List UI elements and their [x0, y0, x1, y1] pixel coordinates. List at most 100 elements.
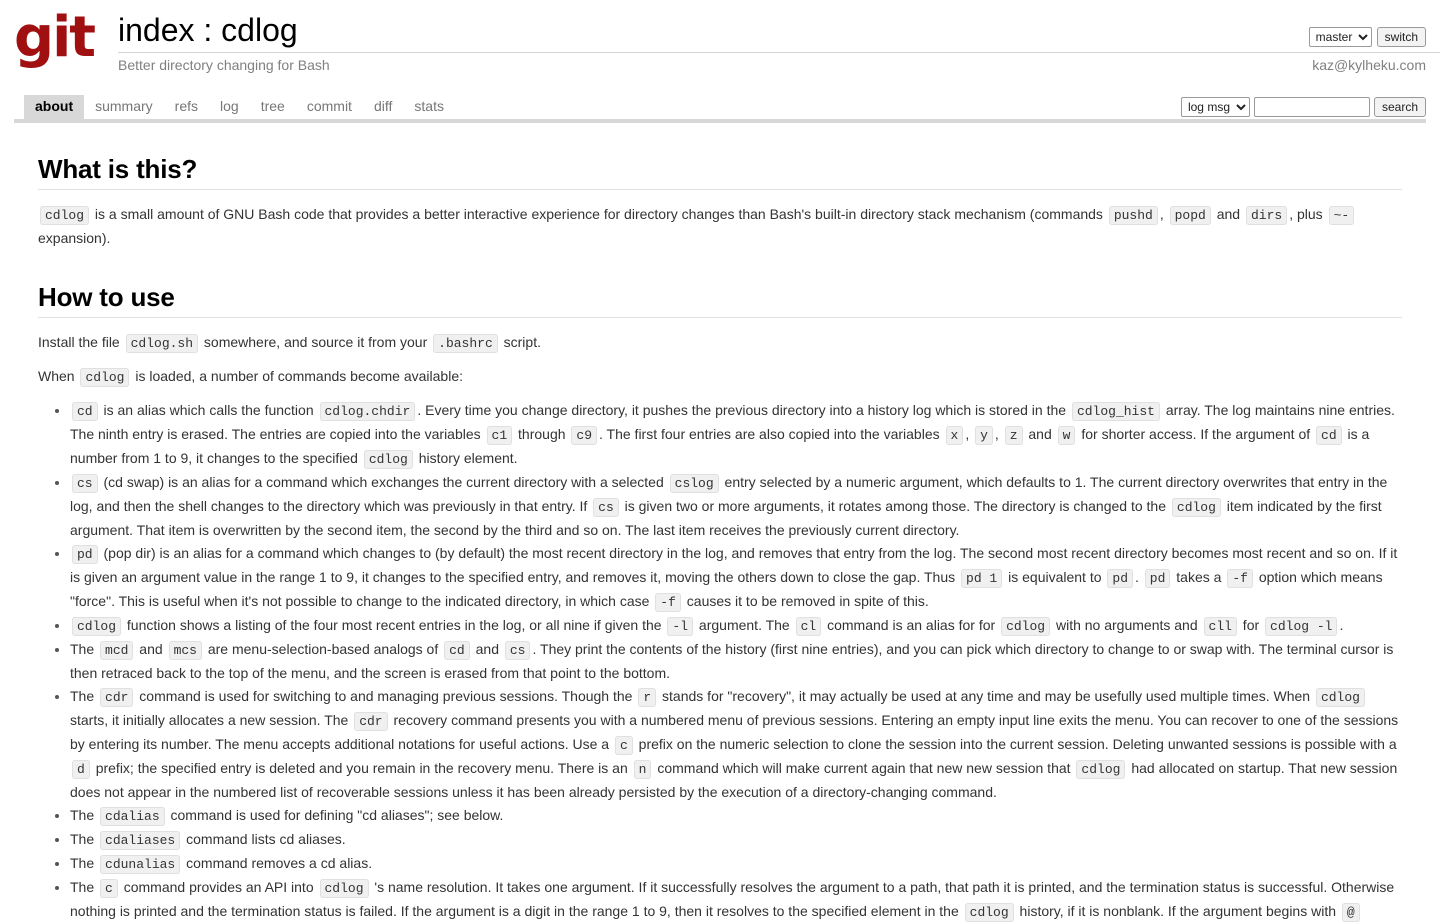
section-heading-what-is-this: What is this? — [38, 154, 198, 184]
inline-code: cl — [795, 617, 822, 636]
page-title-repo: cdlog — [221, 12, 298, 48]
tab-stats[interactable]: stats — [403, 95, 455, 119]
inline-code: cslog — [669, 474, 719, 493]
inline-code: -f — [1227, 569, 1253, 588]
cgit-logo[interactable]: git — [0, 0, 110, 73]
list-item: The cdaliases command lists cd aliases. — [70, 828, 1402, 852]
inline-code: d — [72, 760, 90, 779]
inline-code: pd — [1107, 569, 1134, 588]
repo-owner: kaz@kylheku.com — [1312, 57, 1426, 73]
branch-switch-form: master switch — [1308, 27, 1426, 50]
search-input[interactable] — [1253, 97, 1370, 117]
switch-button[interactable]: switch — [1376, 27, 1426, 47]
inline-code: cs — [72, 474, 98, 493]
page-title-separator: : — [203, 12, 213, 48]
inline-code: cd — [444, 641, 470, 660]
inline-code: cs — [593, 498, 619, 517]
inline-code: cdlog_hist — [1071, 402, 1160, 421]
inline-code: w — [1057, 426, 1076, 445]
inline-code: c — [100, 879, 118, 898]
inline-code: cdlog — [1076, 760, 1126, 779]
inline-code: x — [945, 426, 964, 445]
inline-code: c — [614, 736, 633, 755]
about-content: What is this? cdlog is a small amount of… — [0, 153, 1440, 924]
branch-select[interactable]: master — [1308, 27, 1372, 47]
inline-code: cd — [72, 402, 98, 421]
list-item: The cdunalias command removes a cd alias… — [70, 852, 1402, 876]
inline-code: mcs — [168, 641, 202, 660]
inline-code: dirs — [1245, 206, 1288, 225]
inline-code: -l — [667, 617, 694, 636]
inline-code: @ — [1341, 903, 1360, 922]
page-title-index: index — [118, 12, 195, 48]
inline-code: cll — [1203, 617, 1237, 636]
list-item: The cdr command is used for switching to… — [70, 685, 1402, 804]
inline-code: y — [975, 426, 993, 445]
tab-refs[interactable]: refs — [164, 95, 209, 119]
list-item: pd (pop dir) is an alias for a command w… — [70, 542, 1402, 614]
inline-code: cd — [1316, 426, 1342, 445]
inline-code: cdlog — [1171, 498, 1221, 517]
inline-code: cdlog — [72, 617, 122, 636]
inline-code: cdlog — [1001, 617, 1051, 636]
section-heading-how-to-use: How to use — [38, 282, 175, 312]
list-item: cdlog function shows a listing of the fo… — [70, 614, 1402, 638]
intro-paragraph: cdlog is a small amount of GNU Bash code… — [38, 203, 1402, 249]
inline-code: c1 — [486, 426, 513, 445]
inline-code: c9 — [571, 426, 598, 445]
title-line: index : cdlog master switch — [118, 0, 1440, 53]
subtitle-line: Better directory changing for Bash kaz@k… — [118, 53, 1440, 73]
inline-code: cdlog — [80, 368, 130, 387]
inline-code: mcd — [100, 641, 134, 660]
inline-code: pushd — [1108, 206, 1158, 225]
page-header: git index : cdlog master switch Better d… — [0, 0, 1440, 73]
inline-code: ~- — [1328, 206, 1355, 225]
install-paragraph: Install the file cdlog.sh somewhere, and… — [38, 334, 541, 353]
search-form: log msg search — [1180, 97, 1426, 117]
list-item: The c command provides an API into cdlog… — [70, 876, 1402, 924]
inline-code: cdlog -l — [1265, 617, 1338, 636]
tab-diff[interactable]: diff — [363, 95, 403, 119]
list-item: cd is an alias which calls the function … — [70, 399, 1402, 471]
inline-code: z — [1004, 426, 1023, 445]
git-logo-text: git — [14, 5, 96, 70]
search-button[interactable]: search — [1373, 97, 1426, 117]
inline-code: n — [633, 760, 652, 779]
list-item: cs (cd swap) is an alias for a command w… — [70, 471, 1402, 542]
inline-code: .bashrc — [433, 334, 498, 353]
inline-code: r — [638, 688, 657, 707]
inline-code: cdlog — [363, 450, 413, 469]
tab-log[interactable]: log — [209, 95, 250, 119]
tab-summary[interactable]: summary — [84, 95, 164, 119]
when-loaded-paragraph: When cdlog is loaded, a number of comman… — [38, 368, 463, 387]
repo-description: Better directory changing for Bash — [118, 57, 330, 73]
inline-code: cdlog.sh — [125, 334, 199, 353]
heading-divider — [38, 189, 1402, 190]
inline-code: cdalias — [100, 807, 165, 826]
inline-code: cdr — [100, 688, 134, 707]
inline-code: popd — [1169, 206, 1211, 225]
search-scope-select[interactable]: log msg — [1180, 97, 1250, 117]
inline-code: cdaliases — [100, 831, 181, 850]
inline-code: -f — [655, 593, 681, 612]
inline-code: cs — [504, 641, 531, 660]
inline-code: cdlog — [964, 903, 1014, 922]
tab-tree[interactable]: tree — [250, 95, 296, 119]
tab-about[interactable]: about — [24, 95, 85, 119]
list-item: The mcd and mcs are menu-selection-based… — [70, 638, 1402, 685]
inline-code: cdlog — [319, 879, 369, 898]
inline-code: cdlog.chdir — [319, 402, 416, 421]
inline-code: cdlog — [40, 206, 90, 225]
inline-code: cdlog — [1315, 688, 1365, 707]
list-item: The cdalias command is used for defining… — [70, 804, 1402, 828]
inline-code: cdunalias — [100, 855, 181, 874]
page-title: index : cdlog — [118, 0, 298, 50]
heading-divider — [38, 317, 1402, 318]
inline-code: pd — [1144, 569, 1171, 588]
tab-commit[interactable]: commit — [296, 95, 363, 119]
command-list: cd is an alias which calls the function … — [38, 399, 1402, 924]
navigation-bar: about summary refs log tree commit diff stats l… — [0, 95, 1440, 123]
inline-code: pd 1 — [961, 569, 1003, 588]
inline-code: pd — [72, 545, 98, 564]
inline-code: cdr — [354, 712, 388, 731]
